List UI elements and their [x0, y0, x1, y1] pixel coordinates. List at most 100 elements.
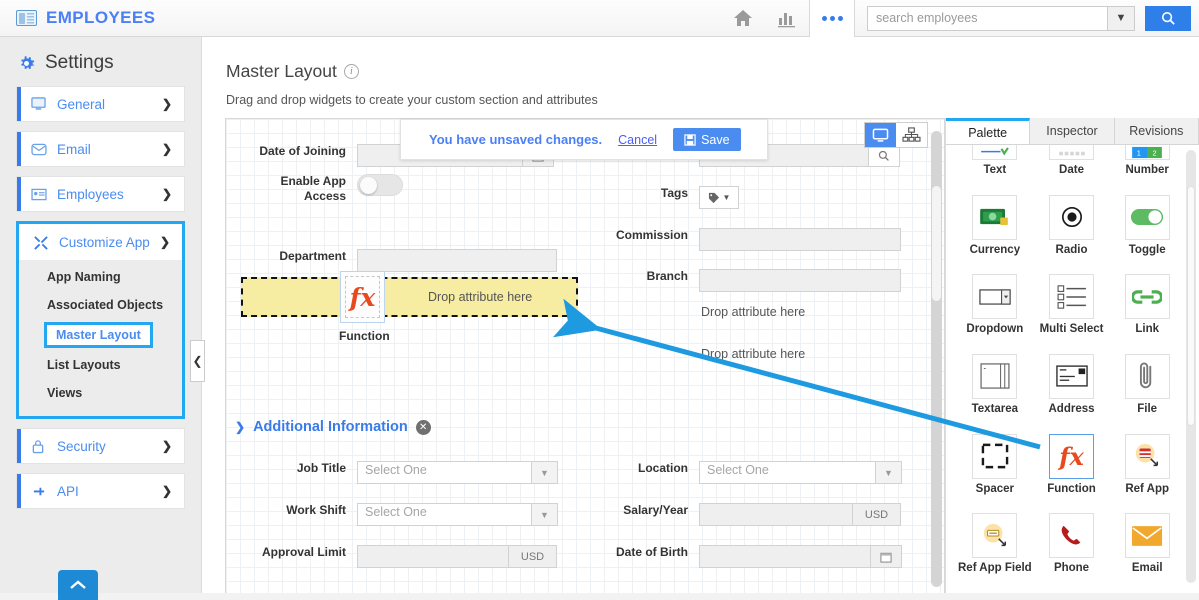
palette-item-number[interactable]: 12 Number [1111, 145, 1183, 187]
field-row-job-title: Job Title Select One ▼ [226, 461, 558, 484]
palette-scrollbar-thumb[interactable] [1187, 186, 1195, 426]
palette-item-toggle[interactable]: Toggle [1111, 195, 1183, 267]
currency-icon[interactable] [972, 195, 1017, 240]
multiselect-icon[interactable] [1049, 274, 1094, 319]
search-input[interactable] [867, 6, 1107, 31]
refapp-icon[interactable] [1125, 434, 1170, 479]
fx-icon[interactable]: fx [1049, 434, 1094, 479]
textarea-icon[interactable] [972, 354, 1017, 399]
reports-icon[interactable] [765, 0, 809, 37]
approval-limit-field[interactable]: USD [357, 545, 557, 568]
remove-section-icon[interactable]: ✕ [416, 420, 431, 435]
dragged-function-widget[interactable]: fx [340, 271, 385, 323]
spacer-icon[interactable] [972, 434, 1017, 479]
customize-app-subnav: App Naming Associated Objects Master Lay… [19, 260, 182, 416]
scroll-to-top-button[interactable] [58, 570, 98, 600]
branch-field[interactable] [699, 269, 901, 292]
email-icon[interactable] [1125, 513, 1170, 558]
canvas-scrollbar[interactable] [931, 131, 942, 587]
palette-item-file[interactable]: File [1111, 354, 1183, 426]
field-row-branch: Branch [596, 269, 936, 292]
sidebar-item-customize-app[interactable]: Customize App ❯ [19, 224, 182, 260]
sidebar-item-general[interactable]: General ❯ [16, 86, 185, 122]
chevron-down-icon[interactable]: ❯ [235, 420, 245, 434]
chevron-down-icon[interactable]: ▼ [532, 461, 558, 484]
search-button[interactable] [1145, 6, 1191, 31]
unsaved-changes-banner: You have unsaved changes. Cancel Save [400, 119, 768, 160]
palette-item-label: Function [1047, 483, 1096, 495]
app-brand[interactable]: EMPLOYEES [0, 8, 155, 28]
tab-palette[interactable]: Palette [946, 118, 1030, 144]
palette-item-radio[interactable]: Radio [1036, 195, 1108, 267]
radio-icon[interactable] [1049, 195, 1094, 240]
job-title-select[interactable]: Select One ▼ [357, 461, 558, 484]
hierarchy-view-icon[interactable] [896, 123, 927, 147]
palette-item-date[interactable]: Date [1036, 145, 1108, 187]
address-icon[interactable] [1049, 354, 1094, 399]
tags-field[interactable]: ▼ [699, 186, 739, 209]
palette-item-function[interactable]: fx Function [1036, 434, 1108, 506]
sidebar-collapse-handle[interactable]: ❮ [190, 340, 205, 382]
dropdown-icon[interactable] [972, 274, 1017, 319]
file-icon[interactable] [1125, 354, 1170, 399]
currency-addon: USD [509, 545, 557, 568]
sidebar-item-api[interactable]: API ❯ [16, 473, 185, 509]
palette-item-ref-app-field[interactable]: Ref App Field [958, 513, 1032, 585]
date-icon[interactable] [1049, 145, 1094, 160]
section-header-additional-information[interactable]: ❯ Additional Information ✕ [235, 419, 431, 435]
sidebar-subitem-app-naming[interactable]: App Naming [19, 263, 182, 291]
right-drop-hint-2[interactable]: Drop attribute here [701, 347, 805, 361]
right-drop-hint-1[interactable]: Drop attribute here [701, 305, 805, 319]
palette-item-ref-app[interactable]: Ref App [1111, 434, 1183, 506]
palette-item-multi-select[interactable]: Multi Select [1036, 274, 1108, 346]
field-label: Job Title [226, 461, 346, 476]
palette-item-textarea[interactable]: Textarea [958, 354, 1032, 426]
desktop-view-icon[interactable] [865, 123, 896, 147]
field-row-date-of-birth: Date of Birth [596, 545, 902, 568]
date-of-birth-field[interactable] [699, 545, 902, 568]
tab-inspector[interactable]: Inspector [1030, 118, 1114, 144]
enable-app-access-toggle[interactable] [357, 174, 403, 196]
info-icon[interactable]: i [344, 64, 359, 79]
refappfield-icon[interactable] [972, 513, 1017, 558]
cancel-button[interactable]: Cancel [618, 133, 657, 147]
palette-item-dropdown[interactable]: Dropdown [958, 274, 1032, 346]
chevron-down-icon[interactable]: ▼ [532, 503, 558, 526]
tab-revisions[interactable]: Revisions [1115, 118, 1199, 144]
palette-item-spacer[interactable]: Spacer [958, 434, 1032, 506]
sidebar-subitem-views[interactable]: Views [19, 379, 182, 407]
location-select[interactable]: Select One ▼ [699, 461, 902, 484]
number-icon[interactable]: 12 [1125, 145, 1170, 160]
department-field[interactable] [357, 249, 557, 272]
more-icon[interactable] [809, 0, 855, 37]
home-icon[interactable] [721, 0, 765, 37]
chevron-down-icon[interactable]: ▼ [1107, 6, 1135, 31]
calendar-icon[interactable] [871, 545, 902, 568]
sidebar-subitem-list-layouts[interactable]: List Layouts [19, 351, 182, 379]
palette-item-label: Radio [1056, 244, 1088, 256]
work-shift-select[interactable]: Select One ▼ [357, 503, 558, 526]
canvas-scrollbar-thumb[interactable] [932, 186, 941, 301]
palette-item-email[interactable]: Email [1111, 513, 1183, 585]
palette-item-text[interactable]: Text [958, 145, 1032, 187]
attribute-drop-target[interactable]: Drop attribute here [241, 277, 578, 317]
sidebar-subitem-associated-objects[interactable]: Associated Objects [19, 291, 182, 319]
commission-field[interactable] [699, 228, 901, 251]
palette-item-address[interactable]: Address [1036, 354, 1108, 426]
sidebar-item-email[interactable]: Email ❯ [16, 131, 185, 167]
palette-item-currency[interactable]: Currency [958, 195, 1032, 267]
toggle-icon[interactable] [1125, 195, 1170, 240]
sidebar-item-security[interactable]: Security ❯ [16, 428, 185, 464]
salary-year-field[interactable]: USD [699, 503, 901, 526]
text-icon[interactable] [972, 145, 1017, 160]
phone-icon[interactable] [1049, 513, 1094, 558]
link-icon[interactable] [1125, 274, 1170, 319]
palette-item-phone[interactable]: Phone [1036, 513, 1108, 585]
palette-scrollbar[interactable] [1186, 150, 1196, 583]
palette-item-link[interactable]: Link [1111, 274, 1183, 346]
sidebar-item-employees[interactable]: Employees ❯ [16, 176, 185, 212]
sidebar-subitem-master-layout[interactable]: Master Layout [44, 322, 153, 348]
chevron-down-icon[interactable]: ▼ [876, 461, 902, 484]
save-button[interactable]: Save [673, 128, 741, 151]
layout-canvas[interactable]: Date of Joining Enable AppAccess Departm… [225, 118, 945, 593]
